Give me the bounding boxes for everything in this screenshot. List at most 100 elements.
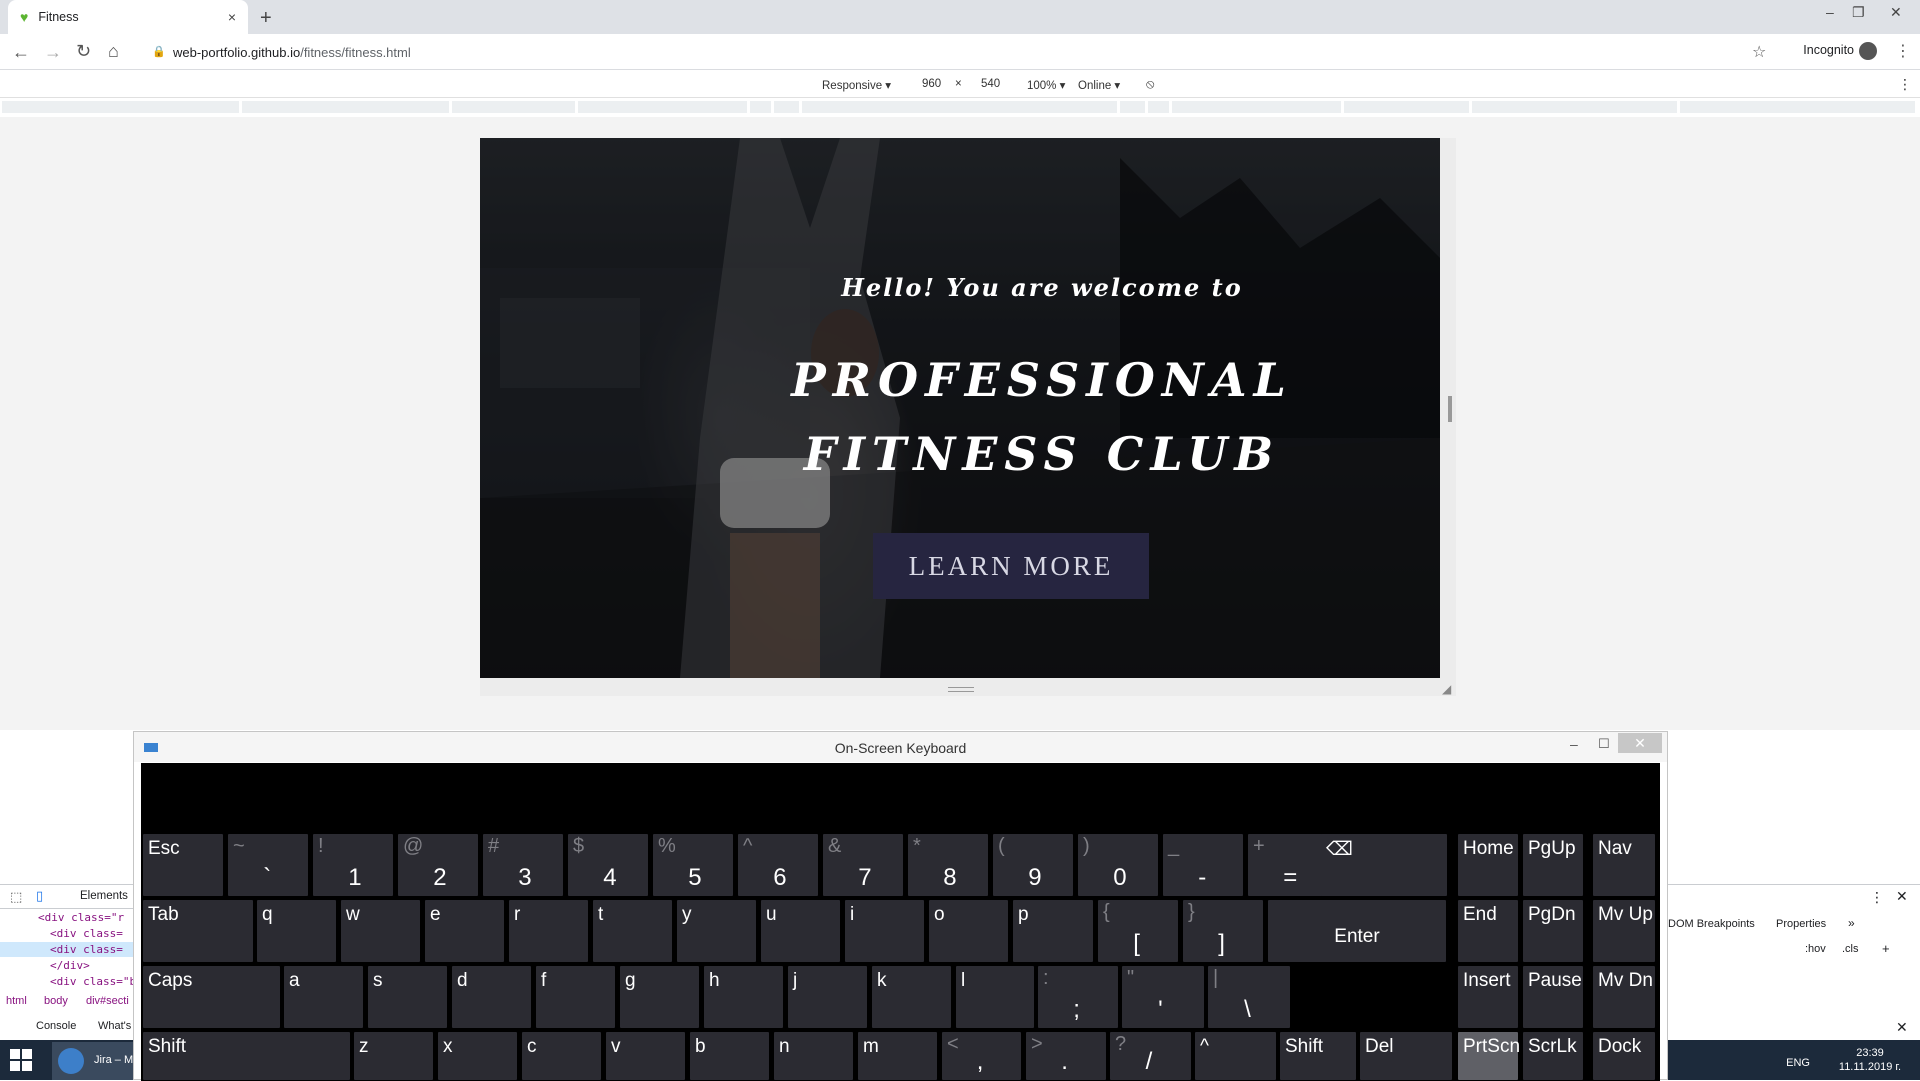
key-backspace[interactable]: ⌫ — [1321, 834, 1447, 896]
key-pgdn[interactable]: PgDn — [1523, 900, 1583, 962]
device-toggle-icon[interactable]: ▯ — [36, 888, 43, 904]
dom-line[interactable]: </div> — [50, 959, 90, 972]
taskbar-app-jira[interactable]: Jira – M — [52, 1042, 136, 1080]
key-q[interactable]: q — [257, 900, 336, 962]
key-insert[interactable]: Insert — [1458, 966, 1518, 1028]
profile-label[interactable]: Incognito — [1803, 43, 1854, 57]
key-t[interactable]: t — [593, 900, 672, 962]
device-menu-icon[interactable]: ⋮ — [1898, 76, 1912, 93]
language-indicator[interactable]: ENG — [1786, 1056, 1810, 1070]
key-k[interactable]: k — [872, 966, 951, 1028]
key-quote[interactable]: " ' — [1122, 966, 1204, 1028]
clock[interactable]: 23:39 11.11.2019 г. — [1830, 1046, 1910, 1074]
breadcrumb-html[interactable]: html — [6, 995, 27, 1007]
key-z[interactable]: z — [354, 1032, 433, 1080]
height-input[interactable]: 540 — [981, 78, 1000, 90]
key-s[interactable]: s — [368, 966, 447, 1028]
drawer-tab-console[interactable]: Console — [36, 1020, 76, 1032]
key-x[interactable]: x — [438, 1032, 517, 1080]
restore-window-icon[interactable]: ❐ — [1852, 4, 1865, 21]
key-r[interactable]: r — [509, 900, 588, 962]
close-window-icon[interactable]: ✕ — [1890, 4, 1902, 21]
corner-resize-handle[interactable]: ◢ — [1442, 682, 1451, 696]
zoom-select[interactable]: 100% ▾ — [1027, 78, 1065, 92]
devtools-menu-icon[interactable]: ⋮ — [1870, 889, 1884, 906]
reload-icon[interactable]: ↻ — [76, 41, 91, 62]
key-0[interactable]: ) 0 — [1078, 834, 1158, 896]
breadcrumb-body[interactable]: body — [44, 995, 68, 1007]
osk-maximize-icon[interactable]: ☐ — [1598, 736, 1610, 752]
key-a[interactable]: a — [284, 966, 363, 1028]
inspect-element-icon[interactable]: ⬚ — [10, 889, 22, 905]
height-resize-handle[interactable] — [948, 687, 974, 692]
incognito-icon[interactable] — [1859, 42, 1877, 60]
width-input[interactable]: 960 — [922, 78, 941, 90]
key-u[interactable]: u — [761, 900, 840, 962]
forward-icon[interactable]: → — [44, 42, 62, 63]
bookmark-star-icon[interactable]: ☆ — [1752, 42, 1766, 62]
key-mvdn[interactable]: Mv Dn — [1593, 966, 1655, 1028]
key-caps[interactable]: Caps — [143, 966, 280, 1028]
key-tab[interactable]: Tab — [143, 900, 253, 962]
key-1[interactable]: ! 1 — [313, 834, 393, 896]
osk-titlebar[interactable]: On-Screen Keyboard – ☐ ✕ — [134, 732, 1667, 762]
drawer-close-icon[interactable]: ✕ — [1896, 1019, 1908, 1036]
key-equals[interactable]: + = — [1248, 834, 1328, 896]
learn-more-button[interactable]: LEARN MORE — [873, 533, 1149, 599]
breadcrumb-section[interactable]: div#secti — [86, 995, 129, 1007]
key-i[interactable]: i — [845, 900, 924, 962]
key-c[interactable]: c — [522, 1032, 601, 1080]
key-backslash[interactable]: | \ — [1208, 966, 1290, 1028]
more-tabs-icon[interactable]: » — [1848, 916, 1855, 930]
menu-icon[interactable]: ⋮ — [1895, 41, 1911, 61]
key-scrlk[interactable]: ScrLk — [1523, 1032, 1583, 1080]
devtools-close-icon[interactable]: ✕ — [1896, 888, 1908, 905]
key-nav[interactable]: Nav — [1593, 834, 1655, 896]
key-b[interactable]: b — [690, 1032, 769, 1080]
home-icon[interactable]: ⌂ — [108, 41, 119, 62]
key-o[interactable]: o — [929, 900, 1008, 962]
address-bar[interactable]: web-portfolio.github.io/fitness/fitness.… — [173, 43, 411, 63]
tab-dom-breakpoints[interactable]: DOM Breakpoints — [1668, 918, 1755, 930]
key-e[interactable]: e — [425, 900, 504, 962]
osk-close-icon[interactable]: ✕ — [1618, 733, 1662, 753]
key-mvup[interactable]: Mv Up — [1593, 900, 1655, 962]
key-p[interactable]: p — [1013, 900, 1093, 962]
back-icon[interactable]: ← — [12, 42, 30, 63]
key-h[interactable]: h — [704, 966, 783, 1028]
key-9[interactable]: (9 — [993, 834, 1073, 896]
browser-tab[interactable]: ♥ Fitness × — [8, 0, 248, 34]
key-8[interactable]: * 8 — [908, 834, 988, 896]
hov-toggle[interactable]: :hov — [1805, 943, 1826, 955]
width-resize-handle[interactable] — [1448, 396, 1452, 422]
dom-line[interactable]: <div class="r — [38, 911, 124, 924]
dom-line[interactable]: <div class= — [50, 927, 123, 940]
tab-elements[interactable]: Elements — [80, 890, 128, 902]
key-m[interactable]: m — [858, 1032, 937, 1080]
key-dock[interactable]: Dock — [1593, 1032, 1655, 1080]
key-v[interactable]: v — [606, 1032, 685, 1080]
windows-start-icon[interactable] — [10, 1049, 32, 1071]
cls-toggle[interactable]: .cls — [1842, 943, 1859, 955]
key-7[interactable]: & 7 — [823, 834, 903, 896]
key-l[interactable]: l — [956, 966, 1034, 1028]
tab-properties[interactable]: Properties — [1776, 918, 1826, 930]
dom-line[interactable]: <div class="b — [50, 975, 136, 988]
key-6[interactable]: ^ 6 — [738, 834, 818, 896]
key-w[interactable]: w — [341, 900, 420, 962]
new-tab-button[interactable]: + — [260, 7, 272, 30]
key-pgup[interactable]: PgUp — [1523, 834, 1583, 896]
key-shift-right[interactable]: Shift — [1280, 1032, 1356, 1080]
drawer-tab-whats-new[interactable]: What's — [98, 1020, 131, 1032]
key-del[interactable]: Del — [1360, 1032, 1452, 1080]
key-5[interactable]: % 5 — [653, 834, 733, 896]
key-comma[interactable]: <, — [942, 1032, 1021, 1080]
key-prtscn[interactable]: PrtScn — [1458, 1032, 1520, 1080]
key-up[interactable]: ^ — [1195, 1032, 1276, 1080]
network-select[interactable]: Online ▾ — [1078, 78, 1120, 92]
key-semicolon[interactable]: :; — [1038, 966, 1118, 1028]
key-pause[interactable]: Pause — [1523, 966, 1583, 1028]
key-lbracket[interactable]: {[ — [1098, 900, 1178, 962]
key-rbracket[interactable]: }] — [1183, 900, 1263, 962]
key-j[interactable]: j — [788, 966, 867, 1028]
